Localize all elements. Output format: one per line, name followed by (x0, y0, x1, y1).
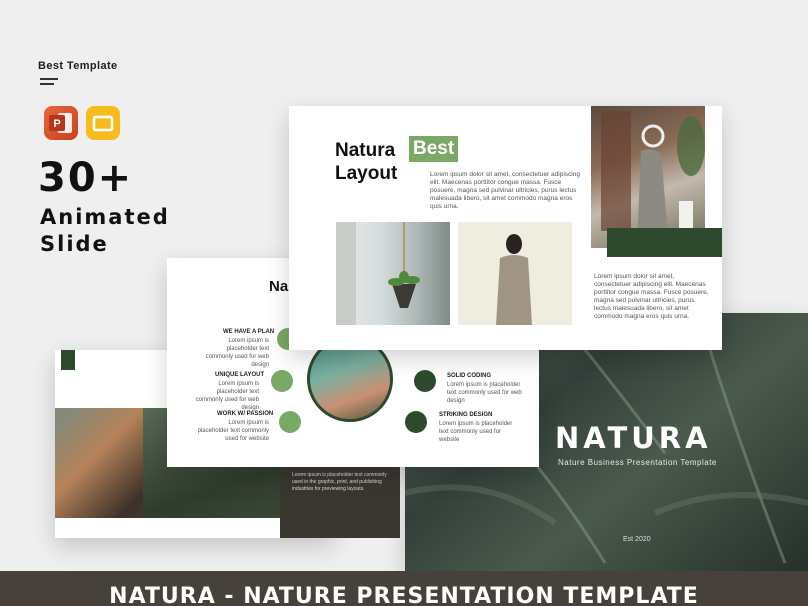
feature-text: Lorem ipsum is placeholder text commonly… (439, 421, 513, 443)
plant-photo (336, 222, 450, 325)
menu-line (40, 78, 58, 80)
caption-strip: Lorem ipsum is placeholder text commonly… (280, 466, 400, 538)
powerpoint-icon: P (44, 106, 78, 140)
features-title: Na (269, 278, 289, 295)
feature-text: Lorem ipsum is placeholder text commonly… (195, 381, 259, 411)
accent-block (61, 350, 75, 370)
promo-line-1: Animated (40, 205, 170, 229)
brand-name: Best Template (38, 60, 118, 72)
room-photo (591, 106, 705, 248)
layers-icon (271, 370, 293, 392)
cover-title: NATURA (555, 421, 712, 455)
layout-body-bottom: Lorem ipsum dolor sit amet, consectetuer… (594, 273, 709, 320)
feature-title: STRIKING DESIGN (439, 412, 493, 418)
promo-line-2: Slide (40, 232, 109, 256)
google-slides-icon (86, 106, 120, 140)
slide-count: 30+ (38, 155, 134, 201)
feature-title: SOLID CODING (447, 373, 492, 379)
menu-line (40, 83, 54, 85)
feature-text: Lorem ipsum is placeholder text commonly… (447, 382, 522, 404)
camera-icon (279, 411, 301, 433)
feature-title: WORK W/ PASSION (217, 411, 274, 417)
basket-icon (405, 411, 427, 433)
svg-text:P: P (53, 118, 60, 130)
cover-est: Est 2020 (623, 536, 651, 543)
layout-body-top: Lorem ipsum dolor sit amet, consectetuer… (430, 171, 580, 210)
cover-subtitle: Nature Business Presentation Template (558, 458, 717, 467)
feature-text: Lorem ipsum is placeholder text commonly… (205, 338, 269, 368)
feature-title: UNIQUE LAYOUT (215, 372, 265, 378)
globe-icon (414, 370, 436, 392)
feature-title: WE HAVE A PLAN (223, 329, 275, 335)
woman-coat-photo (458, 222, 572, 325)
feature-text: Lorem ipsum is placeholder text commonly… (197, 420, 269, 442)
layout-title-part1: Natura (335, 140, 396, 161)
accent-block (607, 228, 722, 257)
photo-caption: Lorem ipsum is placeholder text commonly… (292, 472, 387, 492)
footer-title: NATURA - NATURE PRESENTATION TEMPLATE (109, 584, 699, 606)
layout-title-line2: Layout (335, 163, 398, 184)
slide-layout: Natura Best Layout Lorem ipsum dolor sit… (289, 106, 722, 350)
layout-title-highlight: Best (409, 136, 459, 162)
